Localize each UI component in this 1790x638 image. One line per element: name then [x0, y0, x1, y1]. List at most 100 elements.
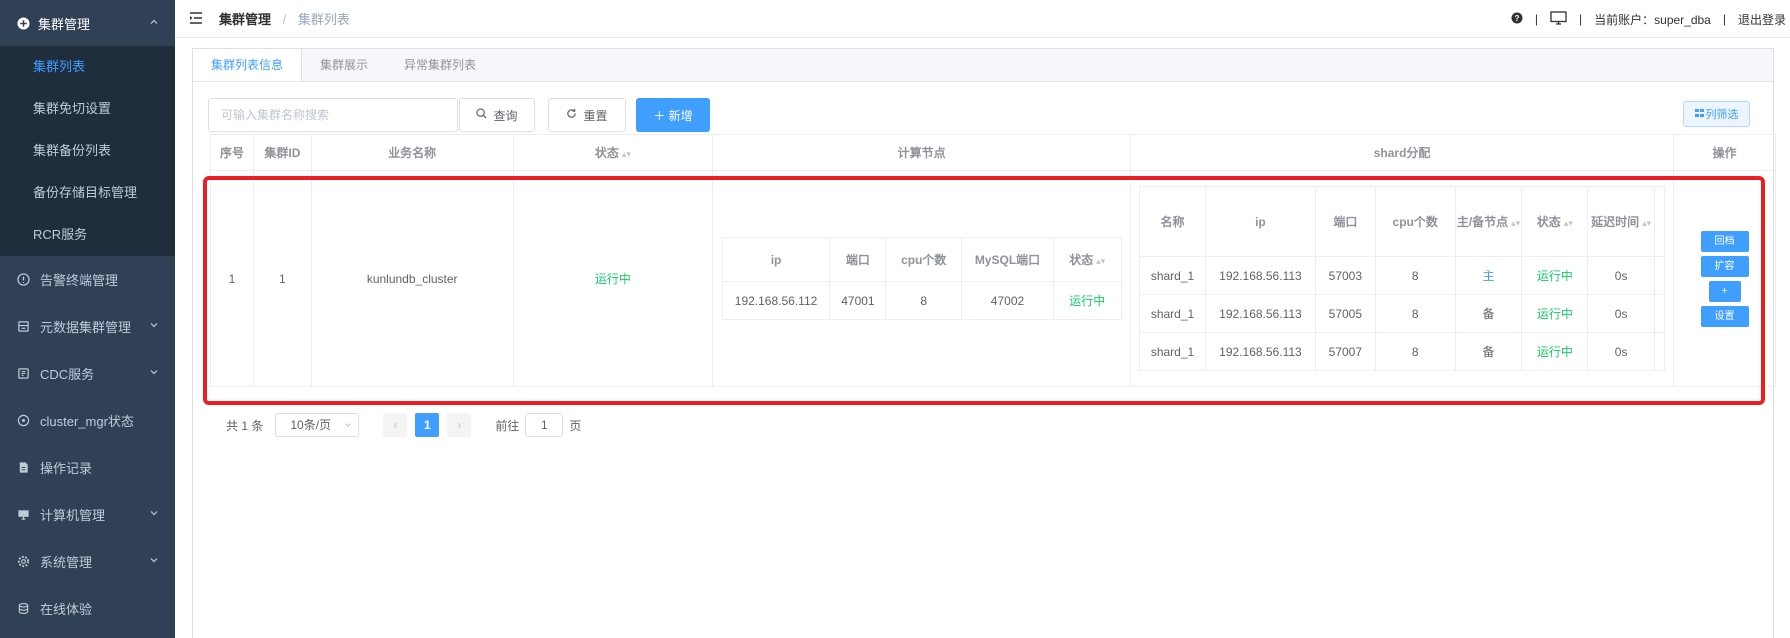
- sidebar-item-label: CDC服务: [40, 367, 95, 382]
- sidebar-item-cluster-list[interactable]: 集群列表: [0, 46, 175, 88]
- prev-page-button[interactable]: ‹: [383, 413, 408, 437]
- compute-row: 192.168.56.112 47001 8 47002 运行中: [721, 281, 1122, 320]
- column-header: 业务名称: [310, 134, 514, 171]
- help-icon[interactable]: ?: [1511, 12, 1523, 27]
- sidebar-item-alarm[interactable]: 告警终端管理: [0, 256, 175, 303]
- tab-cluster-display[interactable]: 集群展示: [302, 49, 386, 81]
- table-header-row: 序号 集群ID 业务名称 状态 ▴▾ 计算节点 shard分配 操作: [210, 134, 1776, 171]
- cell-shard: 名称 ip 端口 cpu个数 主/备节点 ▴▾ 状态 ▴▾ 延迟时间 ▴▾ sh…: [1130, 170, 1675, 387]
- cell-name: shard_1: [1139, 332, 1206, 371]
- cell-status: 运行中: [1521, 294, 1589, 333]
- cell-cpu: 8: [1374, 256, 1456, 295]
- more-button[interactable]: +: [1708, 280, 1741, 302]
- sidebar-submenu: 集群列表 集群免切设置 集群备份列表 备份存储目标管理 RCR服务: [0, 46, 175, 256]
- account-label: 当前账户：super_dba: [1594, 12, 1711, 27]
- sidebar-item-label: 计算机管理: [40, 508, 106, 523]
- computer-icon: [16, 508, 30, 522]
- sidebar-group-label: 集群管理: [38, 16, 91, 32]
- column-header: 名称: [1139, 186, 1206, 257]
- sidebar-item-cluster-switch[interactable]: 集群免切设置: [0, 88, 175, 130]
- cell-ip: 192.168.56.113: [1204, 294, 1316, 333]
- scroll-gutter: [1654, 256, 1666, 295]
- add-button[interactable]: ＋ 新增: [636, 98, 710, 132]
- scroll-gutter: [1654, 186, 1666, 257]
- rollback-button[interactable]: 回档: [1700, 230, 1749, 252]
- separator: |: [1579, 12, 1583, 26]
- compute-header-row: ip 端口 cpu个数 MySQL端口 状态 ▴▾: [721, 237, 1122, 282]
- sidebar-group-cluster[interactable]: 集群管理: [0, 0, 175, 46]
- column-filter-button[interactable]: 列筛选: [1683, 101, 1750, 127]
- page-number[interactable]: 1: [415, 413, 440, 437]
- cell-role: 备: [1454, 332, 1523, 371]
- separator: |: [1722, 12, 1726, 26]
- cdc-icon: [16, 367, 30, 381]
- column-header: 集群ID: [252, 134, 312, 171]
- cluster-table: 序号 集群ID 业务名称 状态 ▴▾ 计算节点 shard分配 操作 1 1 ku…: [210, 134, 1776, 387]
- cell-cpu: 8: [885, 281, 963, 320]
- chevron-up-icon: [149, 17, 159, 30]
- chevron-down-icon: [149, 367, 159, 380]
- query-button[interactable]: 查询: [459, 98, 535, 132]
- sort-icon[interactable]: ▴▾: [622, 149, 631, 159]
- tab-abnormal-cluster[interactable]: 异常集群列表: [386, 49, 494, 81]
- column-header: 端口: [1314, 186, 1376, 257]
- sidebar-item-oplog[interactable]: 操作记录: [0, 444, 175, 491]
- cell-role: 主: [1454, 256, 1523, 295]
- sidebar-item-system[interactable]: 系统管理: [0, 538, 175, 585]
- network-icon: [16, 414, 30, 428]
- sidebar-item-machine[interactable]: 计算机管理: [0, 491, 175, 538]
- gear-icon: [16, 555, 30, 569]
- cell-ip: 192.168.56.113: [1204, 332, 1316, 371]
- column-header-status[interactable]: 状态 ▴▾: [1052, 237, 1122, 282]
- next-page-button[interactable]: ›: [447, 413, 472, 437]
- search-input[interactable]: 可输入集群名称搜索: [208, 98, 458, 132]
- expand-button[interactable]: 扩容: [1700, 255, 1749, 277]
- sidebar-item-metadata[interactable]: 元数据集群管理: [0, 303, 175, 350]
- chevron-down-icon: [149, 555, 159, 568]
- column-header-role[interactable]: 主/备节点 ▴▾: [1454, 186, 1523, 257]
- cell-delay: 0s: [1587, 332, 1656, 371]
- table-row: 1 1 kunlundb_cluster 运行中 ip 端口 cpu个数 MyS…: [210, 170, 1776, 387]
- sidebar-item-cluster-backup[interactable]: 集群备份列表: [0, 130, 175, 172]
- column-header-status[interactable]: 状态 ▴▾: [1521, 186, 1589, 257]
- column-header: MySQL端口: [961, 237, 1054, 282]
- column-filter-label: 列筛选: [1705, 109, 1739, 121]
- column-header: 序号: [210, 134, 254, 171]
- sidebar-item-cluster-mgr[interactable]: cluster_mgr状态: [0, 397, 175, 444]
- cell-name: kunlundb_cluster: [310, 170, 514, 387]
- scroll-gutter: [1654, 294, 1666, 333]
- logout-link[interactable]: 退出登录: [1738, 11, 1786, 28]
- column-header-status[interactable]: 状态 ▴▾: [512, 134, 714, 171]
- tab-bar: 集群列表信息 集群展示 异常集群列表: [193, 49, 1773, 82]
- breadcrumb-item[interactable]: 集群管理: [219, 12, 271, 27]
- sidebar-item-label: 元数据集群管理: [40, 320, 132, 335]
- grid-icon: [1694, 108, 1704, 120]
- column-header-label: 状态: [1069, 253, 1094, 267]
- sort-icon[interactable]: ▴▾: [1096, 256, 1105, 266]
- reset-button[interactable]: 重置: [548, 98, 626, 132]
- sidebar-item-backup-storage[interactable]: 备份存储目标管理: [0, 172, 175, 214]
- sort-icon[interactable]: ▴▾: [1511, 218, 1520, 228]
- tab-cluster-list-info[interactable]: 集群列表信息: [193, 49, 303, 81]
- sidebar-item-rcr[interactable]: RCR服务: [0, 214, 175, 256]
- svg-text:?: ?: [1514, 14, 1519, 23]
- sort-icon[interactable]: ▴▾: [1642, 218, 1651, 228]
- cell-compute: ip 端口 cpu个数 MySQL端口 状态 ▴▾ 192.168.56.112 …: [712, 170, 1132, 387]
- breadcrumb-separator: /: [282, 12, 287, 27]
- cell-port: 57005: [1314, 294, 1376, 333]
- sort-icon[interactable]: ▴▾: [1564, 218, 1573, 228]
- column-header: 操作: [1673, 134, 1776, 171]
- page-size-select[interactable]: 10条/页: [275, 413, 360, 437]
- column-header: cpu个数: [1374, 186, 1456, 257]
- sidebar-item-online[interactable]: 在线体验: [0, 585, 175, 632]
- column-header-label: 状态: [1536, 215, 1561, 229]
- hamburger-icon[interactable]: [189, 11, 203, 27]
- column-header-delay[interactable]: 延迟时间 ▴▾: [1587, 186, 1656, 257]
- cell-port: 57007: [1314, 332, 1376, 371]
- sidebar-item-cdc[interactable]: CDC服务: [0, 350, 175, 397]
- monitor-icon[interactable]: [1550, 10, 1567, 28]
- settings-button[interactable]: 设置: [1700, 305, 1749, 327]
- cell-name: shard_1: [1139, 256, 1206, 295]
- goto-page-input[interactable]: 1: [525, 413, 564, 437]
- cell-id: 1: [252, 170, 312, 387]
